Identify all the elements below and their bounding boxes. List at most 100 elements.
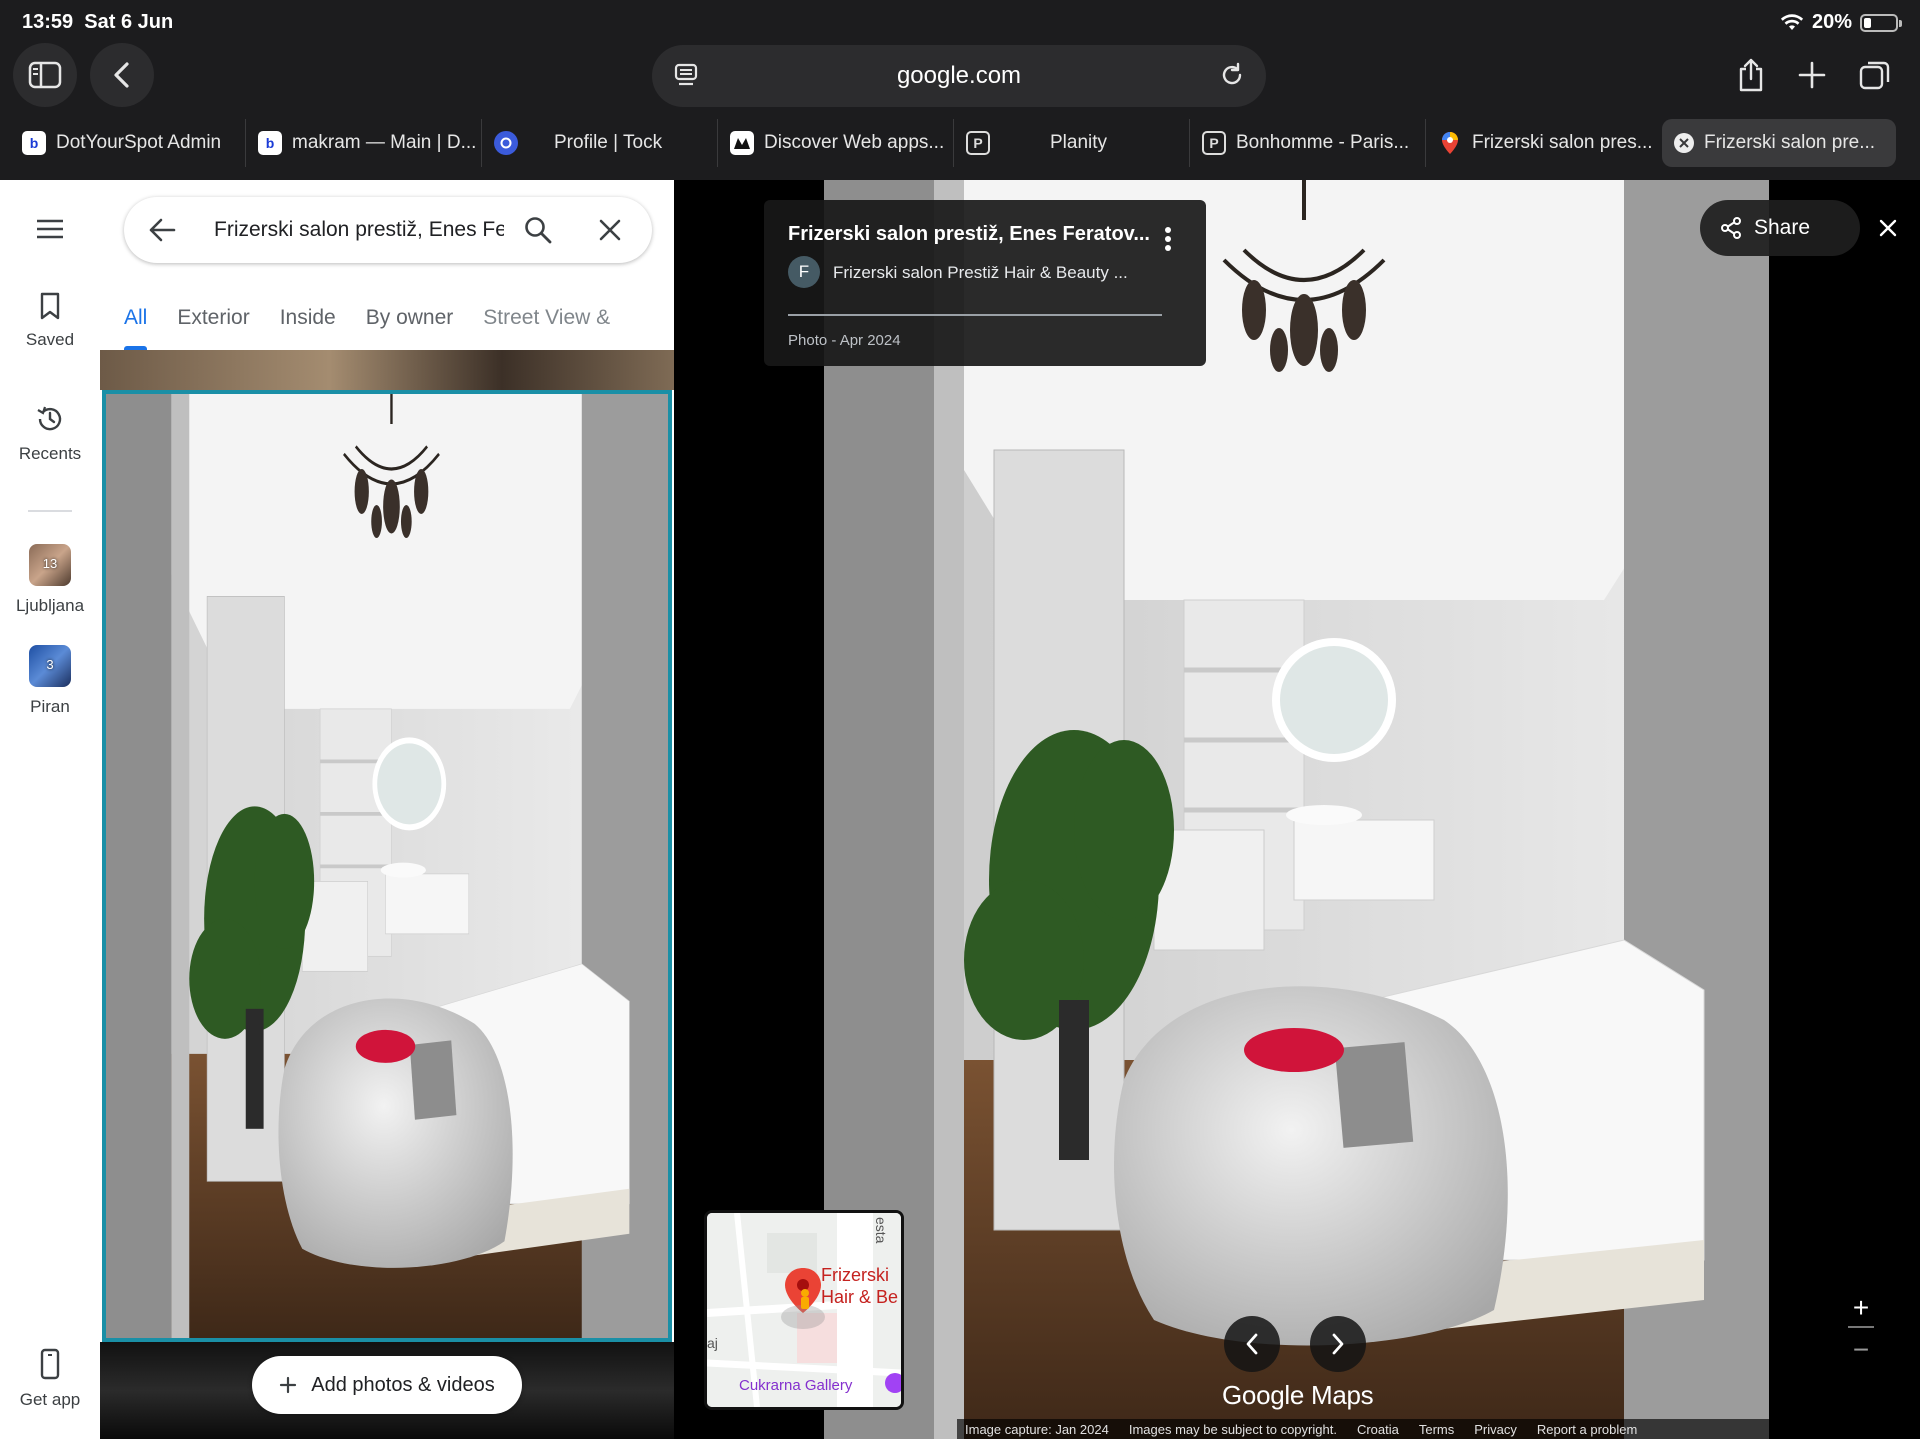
recents-button[interactable]: Recents xyxy=(0,404,100,464)
battery-icon xyxy=(1860,13,1902,32)
photo-thumbnail-previous[interactable] xyxy=(100,350,674,390)
photo-category-tabs: All Exterior Inside By owner Street View… xyxy=(100,290,674,350)
maps-pin-icon xyxy=(1438,131,1462,155)
search-box[interactable]: Frizerski salon prestiž, Enes Fe xyxy=(124,197,652,263)
tab-frizerski-active[interactable]: Frizerski salon pre... xyxy=(1662,119,1896,167)
share-button[interactable] xyxy=(1729,53,1773,97)
place-title[interactable]: Frizerski salon prestiž, Enes Feratov... xyxy=(788,223,1150,246)
plus-icon xyxy=(280,1376,297,1394)
zoom-in-button[interactable]: + xyxy=(1846,1292,1876,1324)
tab-by-owner[interactable]: By owner xyxy=(366,290,454,350)
close-viewer-button[interactable] xyxy=(1860,200,1916,256)
tab-dotyourspot[interactable]: b DotYourSpot Admin xyxy=(10,119,246,167)
tab-tock[interactable]: Profile | Tock xyxy=(482,119,718,167)
tab-bonhomme[interactable]: P Bonhomme - Paris... xyxy=(1190,119,1426,167)
tab-exterior[interactable]: Exterior xyxy=(177,290,249,350)
p-icon: P xyxy=(966,131,990,155)
map-gallery-label: Cukrarna Gallery xyxy=(739,1377,853,1394)
previous-photo-button[interactable] xyxy=(1224,1316,1280,1372)
zoom-controls: + − xyxy=(1846,1292,1876,1366)
search-input[interactable]: Frizerski salon prestiž, Enes Fe xyxy=(214,218,504,242)
more-options-icon[interactable] xyxy=(1164,226,1172,257)
address-bar[interactable]: google.com xyxy=(652,45,1266,107)
report-problem-link[interactable]: Report a problem xyxy=(1537,1422,1637,1437)
b-icon: b xyxy=(258,131,282,155)
tab-planity[interactable]: P Planity xyxy=(954,119,1190,167)
tab-web-apps[interactable]: Discover Web apps... xyxy=(718,119,954,167)
photo-date: Photo - Apr 2024 xyxy=(788,332,901,349)
google-maps-logo: Google Maps xyxy=(1222,1380,1374,1410)
contributor-name[interactable]: Frizerski salon Prestiž Hair & Beauty ..… xyxy=(833,263,1128,283)
history-icon xyxy=(37,406,62,431)
status-bar: 13:59 Sat 6 Jun 20% xyxy=(0,0,1920,44)
photo-info-card: Frizerski salon prestiž, Enes Feratov...… xyxy=(764,200,1206,366)
tab-overview-button[interactable] xyxy=(1853,53,1897,97)
mini-map[interactable]: Frizerski Hair & Be esta Cukrarna Galler… xyxy=(704,1210,904,1410)
place-photo-count: 3 xyxy=(46,657,54,672)
web-apps-icon xyxy=(730,131,754,155)
reload-icon[interactable] xyxy=(1218,61,1246,94)
photo-viewer: Frizerski salon prestiž, Enes Feratov...… xyxy=(674,180,1920,1439)
new-tab-button[interactable] xyxy=(1790,53,1834,97)
recent-place-piran[interactable]: 3 Piran xyxy=(0,645,100,717)
hamburger-menu-icon xyxy=(37,219,63,239)
share-nodes-icon xyxy=(1721,217,1741,239)
attribution-footer: Image capture: Jan 2024 Images may be su… xyxy=(957,1419,1920,1439)
arrow-left-icon[interactable] xyxy=(148,217,176,248)
info-divider xyxy=(788,314,1162,316)
place-photo-count: 13 xyxy=(42,556,58,571)
share-label: Share xyxy=(1754,216,1811,239)
tab-label: Frizerski salon pre... xyxy=(1704,132,1876,153)
salon-room-photo-large xyxy=(824,180,1769,1439)
add-photos-button[interactable]: Add photos & videos xyxy=(252,1356,522,1414)
salon-room-photo xyxy=(106,394,668,1338)
search-icon[interactable] xyxy=(524,216,552,249)
recent-place-ljubljana[interactable]: 13 Ljubljana xyxy=(0,544,100,616)
terms-link[interactable]: Terms xyxy=(1419,1422,1454,1437)
recents-label: Recents xyxy=(18,444,82,463)
tab-makram[interactable]: b makram — Main | D... xyxy=(246,119,482,167)
tab-label: Discover Web apps... xyxy=(764,132,945,153)
tab-inside[interactable]: Inside xyxy=(280,290,336,350)
tab-label: DotYourSpot Admin xyxy=(56,132,222,153)
tock-icon xyxy=(494,131,518,155)
country-link[interactable]: Croatia xyxy=(1357,1422,1399,1437)
privacy-link[interactable]: Privacy xyxy=(1474,1422,1517,1437)
status-time: 13:59 Sat 6 Jun xyxy=(22,11,174,33)
photos-panel: Frizerski salon prestiž, Enes Fe All Ext… xyxy=(100,180,674,1439)
clear-icon[interactable] xyxy=(598,218,622,247)
selected-photo-thumbnail[interactable] xyxy=(102,390,672,1342)
wifi-icon xyxy=(1780,13,1804,30)
tab-street-view[interactable]: Street View & xyxy=(483,290,610,350)
share-icon xyxy=(1739,58,1763,92)
tab-label: Bonhomme - Paris... xyxy=(1236,132,1410,153)
back-button[interactable] xyxy=(90,43,154,107)
contributor-avatar[interactable]: F xyxy=(788,256,820,288)
battery-percent: 20% xyxy=(1811,11,1852,33)
rail-divider xyxy=(28,510,72,512)
map-edge-label: aj xyxy=(707,1335,718,1351)
close-icon[interactable] xyxy=(1674,133,1694,153)
tab-frizerski-1[interactable]: Frizerski salon pres... xyxy=(1426,119,1662,167)
sidebar-icon xyxy=(28,61,62,89)
get-app-button[interactable]: Get app xyxy=(0,1348,100,1410)
tab-all[interactable]: All xyxy=(124,290,148,350)
main-photo[interactable] xyxy=(824,180,1769,1439)
menu-button[interactable] xyxy=(0,218,100,250)
saved-label: Saved xyxy=(25,330,75,349)
copyright-notice: Images may be subject to copyright. xyxy=(1128,1421,1337,1437)
close-icon xyxy=(1879,219,1897,237)
zoom-out-button[interactable]: − xyxy=(1846,1334,1876,1366)
maps-side-rail: Saved Recents 13 Ljubljana 3 Piran Get a… xyxy=(0,180,100,1439)
status-right: 20% xyxy=(1780,11,1902,34)
chevron-right-icon xyxy=(1332,1333,1344,1355)
image-capture-date: Image capture: Jan 2024 xyxy=(965,1421,1109,1437)
bookmark-icon xyxy=(40,292,60,320)
sidebar-toggle-button[interactable] xyxy=(13,43,77,107)
tab-label: makram — Main | D... xyxy=(292,132,477,153)
saved-button[interactable]: Saved xyxy=(0,292,100,350)
next-photo-button[interactable] xyxy=(1310,1316,1366,1372)
tab-label: Profile | Tock xyxy=(554,132,663,153)
status-date: Sat 6 Jun xyxy=(84,11,174,33)
share-photo-button[interactable]: Share xyxy=(1700,200,1860,256)
